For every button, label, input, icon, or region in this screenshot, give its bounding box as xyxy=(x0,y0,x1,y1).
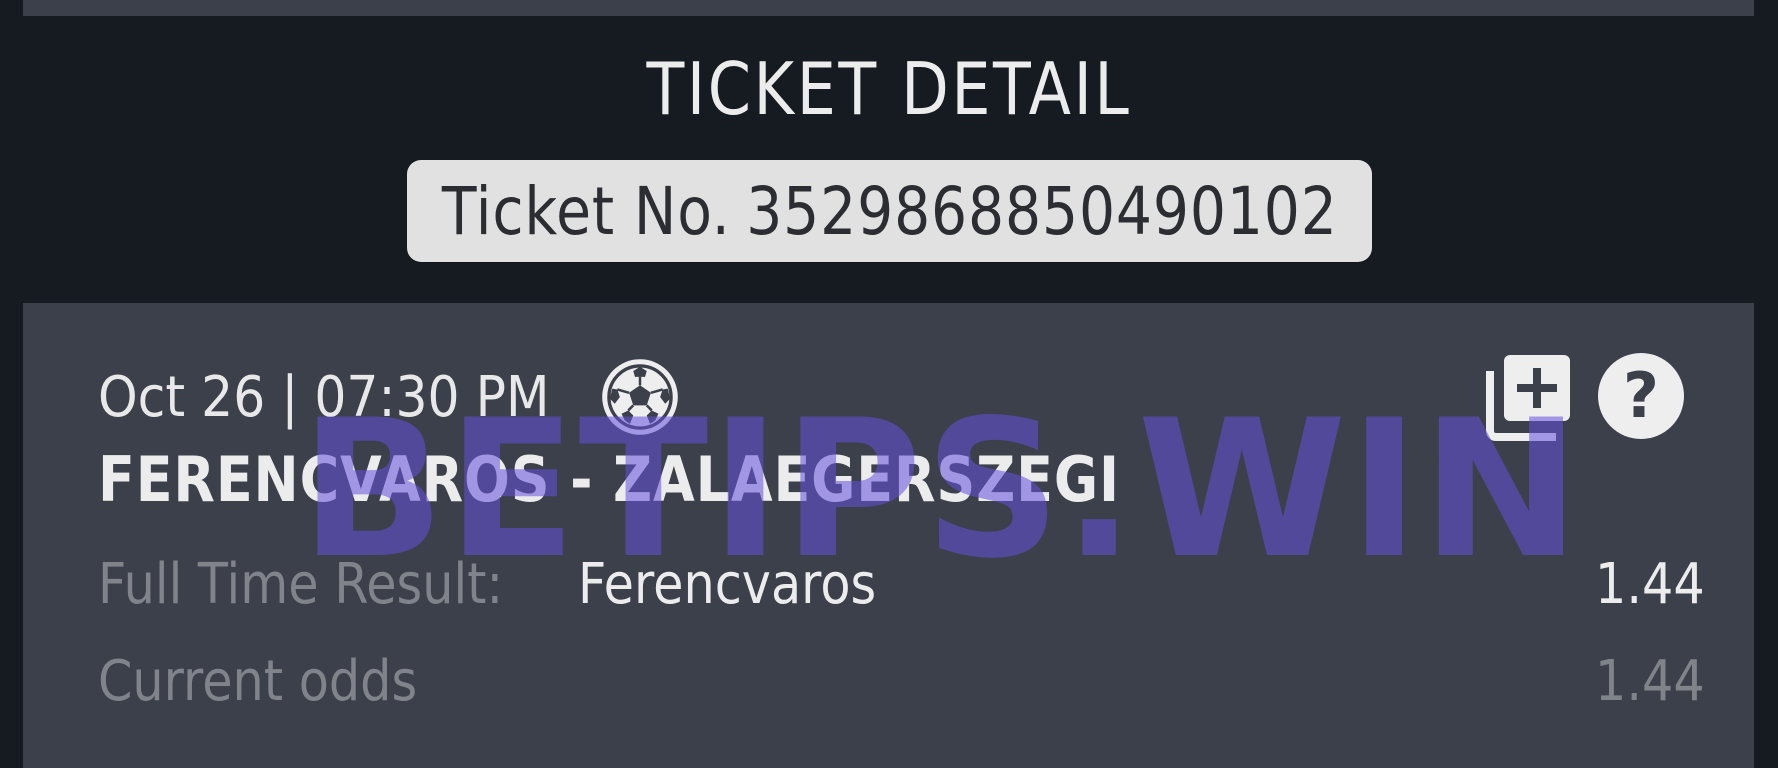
soccer-ball-icon xyxy=(602,359,678,435)
help-button[interactable]: ? xyxy=(1598,353,1684,439)
ticket-number-value: 3529868850490102 xyxy=(745,172,1338,250)
event-time: 07:30 PM xyxy=(314,364,550,430)
event-date: Oct 26 xyxy=(98,364,266,430)
selection-odds: 1.44 xyxy=(1595,551,1705,617)
library-add-icon[interactable] xyxy=(1484,351,1574,441)
bet-card: Oct 26 | 07:30 PM ? FERENCVAROS - ZALAEG… xyxy=(23,303,1754,768)
selection-row: Full Time Result: Ferencvaros 1.44 xyxy=(98,549,1705,619)
datetime-separator: | xyxy=(281,364,299,430)
current-odds-label: Current odds xyxy=(98,648,418,714)
current-odds-row: Current odds 1.44 xyxy=(98,646,1705,716)
ticket-number-label: Ticket No. xyxy=(441,172,731,250)
selection-value: Ferencvaros xyxy=(578,551,877,617)
help-circle-icon: ? xyxy=(1623,359,1659,432)
current-odds-value: 1.44 xyxy=(1595,648,1705,714)
page-title: TICKET DETAIL xyxy=(646,47,1132,131)
previous-card-edge xyxy=(23,0,1754,16)
ticket-number-badge: Ticket No. 3529868850490102 xyxy=(407,160,1372,262)
event-datetime: Oct 26 | 07:30 PM xyxy=(98,364,550,430)
match-title: FERENCVAROS - ZALAEGERSZEGI xyxy=(98,443,1120,516)
market-label: Full Time Result: xyxy=(98,551,504,617)
event-datetime-row: Oct 26 | 07:30 PM xyxy=(98,355,682,439)
